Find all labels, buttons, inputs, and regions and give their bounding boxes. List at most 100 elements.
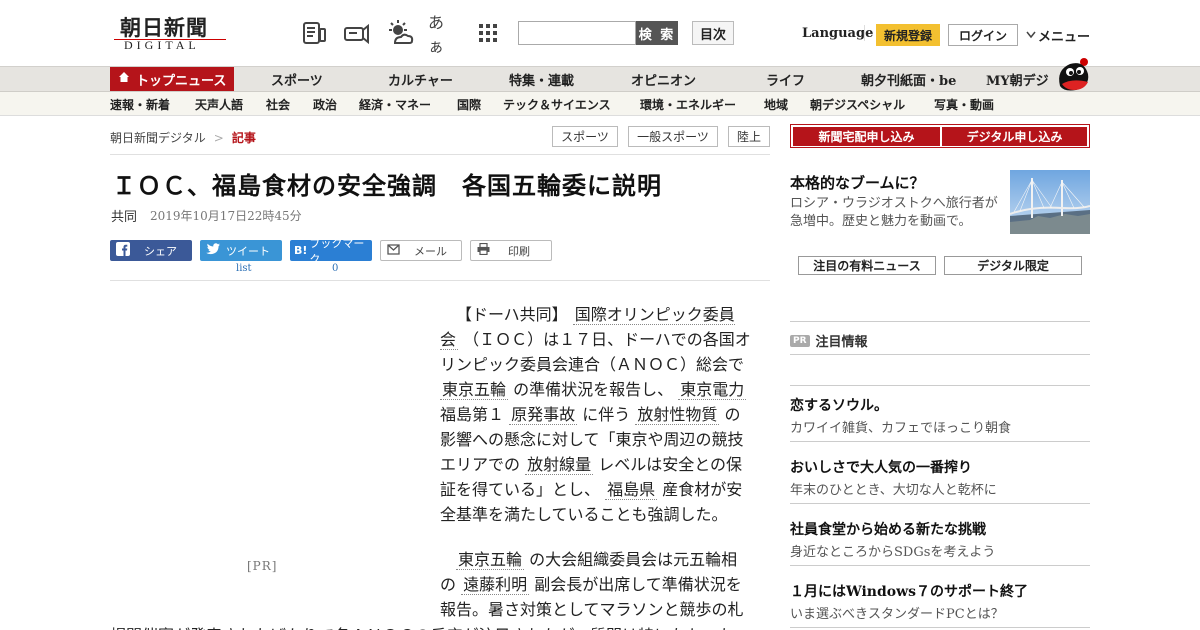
pr-item-desc[interactable]: いま選ぶべきスタンダードPCとは？ (790, 603, 1004, 622)
keyword-link[interactable]: 東京五輪 (440, 380, 509, 400)
breadcrumb-home[interactable]: 朝日新聞デジタル (110, 129, 206, 146)
nav2-special[interactable]: 朝デジスペシャル (810, 92, 905, 116)
pr-item-desc[interactable]: カワイイ雑貨、カフェでほっこり朝食 (790, 417, 1011, 436)
promo-image[interactable] (1010, 170, 1090, 234)
language-link[interactable]: Language (802, 26, 873, 41)
nav-paper-be[interactable]: 朝夕刊紙面・be (861, 67, 956, 91)
register-button[interactable]: 新規登録 (876, 24, 940, 46)
mail-icon (387, 243, 400, 258)
primary-nav: トップニュース スポーツ カルチャー 特集・連載 オピニオン ライフ 朝夕刊紙面… (0, 66, 1200, 92)
promo-title[interactable]: 本格的なブームに？ (790, 172, 925, 193)
font-size-label: あぁ (428, 13, 445, 56)
nav2-region[interactable]: 地域 (764, 92, 788, 116)
nav-top-news-label: トップニュース (136, 73, 227, 89)
tweet-count[interactable]: list (236, 263, 252, 274)
nav-life[interactable]: ライフ (766, 67, 805, 91)
font-size-icon[interactable]: あぁ (428, 13, 458, 56)
nav2-politics[interactable]: 政治 (313, 92, 337, 116)
pr-item-title[interactable]: １月にはWindows７のサポート終了 (790, 581, 1028, 601)
nav2-breaking[interactable]: 速報・新着 (110, 92, 170, 116)
bookmark-label: ブックマーク (309, 236, 365, 266)
keyword-link[interactable]: 放射性物質 (635, 405, 720, 425)
tweet-button[interactable]: ツイート (200, 240, 282, 261)
facebook-share-button[interactable]: シェア (110, 240, 192, 261)
keyword-link[interactable]: 東京五輪 (456, 550, 525, 570)
pr-item-desc[interactable]: 年末のひととき、大切な人と乾杯に (790, 479, 997, 498)
divider (790, 441, 1090, 442)
subscribe-digital-button[interactable]: デジタル申し込み (942, 127, 1087, 146)
article-source: 共同 (111, 210, 138, 225)
keyword-link[interactable]: 遠藤利明 (461, 575, 530, 595)
mascot-icon[interactable] (1054, 56, 1092, 92)
pr-item-title[interactable]: 社員食堂から始める新たな挑戦 (790, 519, 986, 539)
megaphone-icon[interactable] (341, 18, 371, 48)
pr-item-desc[interactable]: 身近なところからSDGsを考えよう (790, 541, 995, 560)
facebook-share-label: シェア (144, 244, 177, 258)
nav-opinion[interactable]: オピニオン (631, 67, 696, 91)
subscribe-bar: 新聞宅配申し込み デジタル申し込み (790, 124, 1090, 148)
body-text: の準備状況を報告し、 (513, 380, 674, 399)
pr-item-title[interactable]: おいしさで大人気の一番搾り (790, 457, 972, 477)
site-logo[interactable]: 朝日新聞 DIGITAL (110, 12, 230, 54)
weather-icon[interactable] (385, 18, 415, 48)
page: 朝日新聞 DIGITAL あぁ 検 索 目次 Language 新規登録 ログイ… (0, 0, 1200, 630)
nav-my-asadigi[interactable]: MY朝デジ (986, 67, 1049, 91)
divider (790, 354, 1090, 355)
divider (790, 627, 1090, 628)
nav2-environment[interactable]: 環境・エネルギー (640, 92, 736, 116)
ad-pr-label: [PR] (247, 559, 278, 573)
nav-culture[interactable]: カルチャー (388, 67, 453, 91)
keyword-link[interactable]: 原発事故 (509, 405, 578, 425)
keyword-link[interactable]: 福島県 (605, 480, 658, 500)
tweet-label: ツイート (226, 244, 270, 258)
promo-description[interactable]: ロシア・ウラジオストクへ旅行者が急増中。歴史と魅力を動画で。 (790, 195, 1002, 231)
mail-button[interactable]: メール (380, 240, 462, 261)
breadcrumb-current: 記事 (231, 131, 256, 145)
bookmark-button[interactable]: B! ブックマーク (290, 237, 372, 266)
nav2-society[interactable]: 社会 (266, 92, 290, 116)
nav-sports[interactable]: スポーツ (271, 67, 323, 91)
nav2-tech-science[interactable]: テック＆サイエンス (503, 92, 611, 116)
home-icon (118, 71, 130, 87)
pr-item-title[interactable]: 恋するソウル。 (790, 395, 888, 415)
body-text: 【ドーハ共同】 (456, 305, 568, 324)
tab-digital-only[interactable]: デジタル限定 (944, 256, 1082, 275)
divider (790, 321, 1090, 322)
nav-features[interactable]: 特集・連載 (509, 67, 574, 91)
login-button[interactable]: ログイン (948, 24, 1018, 46)
logo-sub-text: DIGITAL (124, 38, 200, 52)
nav2-economy[interactable]: 経済・マネー (359, 92, 431, 116)
header-divider (864, 25, 865, 41)
paper-icon[interactable] (299, 18, 329, 48)
search-button[interactable]: 検 索 (636, 21, 678, 45)
tag-athletics[interactable]: 陸上 (728, 126, 770, 147)
divider (790, 385, 1090, 386)
pr-heading: PR 注目情報 (790, 331, 868, 350)
print-button[interactable]: 印刷 (470, 240, 552, 261)
nav-top-news[interactable]: トップニュース (110, 67, 235, 91)
nav2-photo-video[interactable]: 写真・動画 (934, 92, 994, 116)
subscribe-paper-button[interactable]: 新聞宅配申し込み (793, 127, 940, 146)
article-date: 2019年10月17日22時45分 (150, 209, 302, 223)
search-input[interactable] (518, 21, 636, 45)
pr-heading-label: 注目情報 (815, 335, 868, 350)
menu-button[interactable]: メニュー (1026, 26, 1090, 45)
site-header: 朝日新聞 DIGITAL あぁ 検 索 目次 Language 新規登録 ログイ… (0, 0, 1200, 66)
toc-button[interactable]: 目次 (692, 21, 734, 45)
body-text: 福島第１ (440, 405, 505, 424)
tag-general-sports[interactable]: 一般スポーツ (628, 126, 718, 147)
nav2-tenseijingo[interactable]: 天声人語 (195, 92, 243, 116)
nav2-international[interactable]: 国際 (457, 92, 481, 116)
body-text: に伴う (582, 405, 631, 424)
keyword-link[interactable]: 放射線量 (525, 455, 594, 475)
tag-sports[interactable]: スポーツ (552, 126, 618, 147)
twitter-icon (206, 243, 220, 258)
tab-paid-news[interactable]: 注目の有料ニュース (798, 256, 936, 275)
hatena-bookmark-icon: B! (294, 244, 308, 257)
printer-icon (477, 242, 490, 258)
print-label: 印刷 (508, 244, 530, 258)
grid-icon[interactable] (473, 18, 503, 48)
keyword-link[interactable]: 東京電力 (678, 380, 747, 400)
breadcrumb: 朝日新聞デジタル > 記事 (110, 129, 256, 146)
breadcrumb-separator: > (213, 130, 224, 145)
